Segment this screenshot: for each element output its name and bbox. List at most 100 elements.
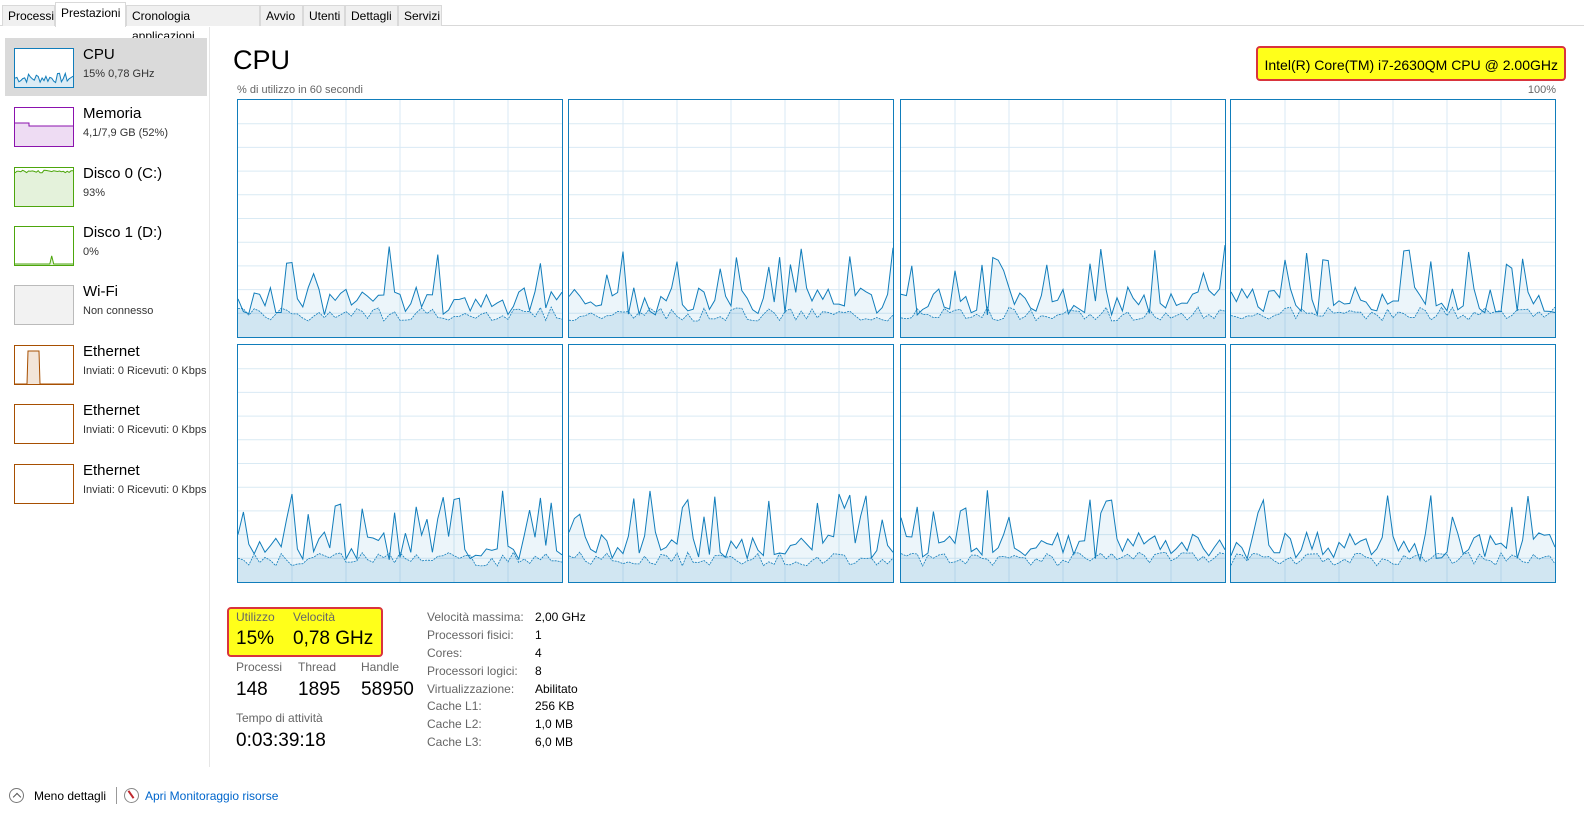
sidebar-item-disco-0[interactable]: Disco 0 (C:) 93% (5, 157, 207, 215)
thumbnail-canvas (15, 122, 73, 146)
spec-value: 1 (535, 628, 542, 642)
sidebar-item-ethernet-2[interactable]: Ethernet Inviati: 0 Ricevuti: 0 Kbps (5, 394, 207, 452)
graph-canvas (901, 345, 1225, 582)
thumbnail-canvas (15, 286, 73, 324)
logical-processor-graph-2 (568, 99, 894, 338)
resource-monitor-icon[interactable] (124, 788, 139, 803)
threads-label: Thread (298, 660, 337, 674)
spec-label: Cache L2: (427, 717, 482, 731)
sidebar-item-subtitle: Inviati: 0 Ricevuti: 0 Kbps (83, 484, 207, 496)
sidebar-item-subtitle: 15% 0,78 GHz (83, 68, 155, 80)
tab-prestazioni[interactable]: Prestazioni (55, 2, 126, 27)
uptime-value: 0:03:39:18 (236, 730, 326, 751)
cpu-thumbnail-graph (14, 48, 74, 88)
less-details-button[interactable]: Meno dettagli (34, 789, 106, 803)
cpu-model-name: Intel(R) Core(TM) i7-2630QM CPU @ 2.00GH… (1256, 46, 1566, 81)
sidebar-item-title: CPU (83, 46, 115, 63)
graph-caption: % di utilizzo in 60 secondi (237, 84, 363, 96)
spec-label: Processori logici: (427, 664, 518, 678)
thumbnail-canvas (15, 255, 73, 265)
logical-processor-graph-7 (900, 344, 1226, 583)
spec-label: Velocità massima: (427, 610, 524, 624)
ethernet-thumbnail-graph (14, 464, 74, 504)
spec-value: Abilitato (535, 682, 578, 696)
sidebar-item-title: Wi-Fi (83, 283, 118, 300)
tab-utenti[interactable]: Utenti (303, 5, 345, 26)
chevron-up-icon[interactable] (9, 788, 24, 803)
graph-canvas (569, 345, 893, 582)
tab-processi[interactable]: Processi (2, 5, 55, 26)
spec-label: Cores: (427, 646, 463, 660)
sidebar-item-subtitle: Non connesso (83, 305, 154, 317)
spec-value: 1,0 MB (535, 717, 574, 731)
thumbnail-area (15, 351, 73, 384)
sidebar-item-title: Ethernet (83, 402, 140, 419)
logical-processor-graph-4 (1230, 99, 1556, 338)
footer-separator (116, 787, 117, 804)
processes-label: Processi (236, 660, 283, 674)
graph-canvas (238, 345, 562, 582)
sidebar-item-wifi[interactable]: Wi-Fi Non connesso (5, 275, 207, 333)
graph-canvas (238, 100, 562, 337)
handles-label: Handle (361, 660, 400, 674)
graph-canvas (1231, 100, 1555, 337)
uptime-label: Tempo di attività (236, 711, 323, 725)
graph-max-label: 100% (1527, 84, 1556, 96)
sidebar-item-ethernet-3[interactable]: Ethernet Inviati: 0 Ricevuti: 0 Kbps (5, 454, 207, 512)
spec-label: Processori fisici: (427, 628, 514, 642)
tab-dettagli[interactable]: Dettagli (345, 5, 398, 26)
sidebar-item-ethernet-1[interactable]: Ethernet Inviati: 0 Ricevuti: 0 Kbps (5, 335, 207, 393)
open-resource-monitor-link[interactable]: Apri Monitoraggio risorse (145, 789, 278, 803)
cpu-detail-panel: CPU Intel(R) Core(TM) i7-2630QM CPU @ 2.… (211, 27, 1584, 767)
page-title: CPU (233, 45, 291, 75)
graph-canvas (1231, 345, 1555, 582)
sidebar-item-subtitle: Inviati: 0 Ricevuti: 0 Kbps (83, 424, 207, 436)
spec-value: 8 (535, 664, 542, 678)
logical-processor-graph-6 (568, 344, 894, 583)
wifi-thumbnail-graph (14, 285, 74, 325)
spec-value: 2,00 GHz (535, 610, 586, 624)
thumbnail-canvas (15, 465, 73, 503)
sidebar-item-subtitle: Inviati: 0 Ricevuti: 0 Kbps (83, 365, 207, 377)
disk0-thumbnail-graph (14, 167, 74, 207)
thumbnail-line (15, 350, 73, 384)
speed-label: Velocità (293, 610, 336, 624)
tab-bar: Processi Prestazioni Cronologia applicaz… (0, 0, 1584, 43)
thumbnail-area (15, 170, 73, 206)
thumbnail-canvas (15, 350, 73, 384)
sidebar-item-memoria[interactable]: Memoria 4,1/7,9 GB (52%) (5, 97, 207, 155)
sidebar-item-title: Memoria (83, 105, 142, 122)
sidebar-item-title: Ethernet (83, 462, 140, 479)
footer-bar: Meno dettagli Apri Monitoraggio risorse (0, 780, 1584, 816)
thumbnail-line (15, 255, 73, 265)
spec-label: Cache L3: (427, 735, 482, 749)
logical-processor-graph-5 (237, 344, 563, 583)
processes-value: 148 (236, 679, 268, 700)
sidebar-item-subtitle: 93% (83, 187, 106, 199)
tab-cronologia-applicazioni[interactable]: Cronologia applicazioni (126, 5, 260, 43)
graph-canvas (901, 100, 1225, 337)
sidebar-item-title: Disco 0 (C:) (83, 165, 163, 182)
spec-label: Virtualizzazione: (427, 682, 515, 696)
sidebar-item-title: Ethernet (83, 343, 140, 360)
tab-servizi[interactable]: Servizi (398, 5, 442, 26)
threads-value: 1895 (298, 679, 341, 700)
sidebar-item-subtitle: 4,1/7,9 GB (52%) (83, 127, 168, 139)
ethernet-thumbnail-graph (14, 404, 74, 444)
utilization-label: Utilizzo (236, 610, 275, 624)
thumbnail-canvas (15, 71, 73, 87)
spec-value: 6,0 MB (535, 735, 574, 749)
spec-value: 256 KB (535, 699, 575, 713)
sidebar-item-cpu[interactable]: CPU 15% 0,78 GHz (5, 38, 207, 96)
speed-value: 0,78 GHz (293, 628, 374, 649)
tab-avvio[interactable]: Avvio (260, 5, 303, 26)
graph-canvas (569, 100, 893, 337)
logical-processor-graph-3 (900, 99, 1226, 338)
ethernet-thumbnail-graph (14, 345, 74, 385)
thumbnail-canvas (15, 405, 73, 443)
sidebar-item-disco-1[interactable]: Disco 1 (D:) 0% (5, 216, 207, 274)
spec-value: 4 (535, 646, 542, 660)
spec-label: Cache L1: (427, 699, 482, 713)
resource-sidebar: CPU 15% 0,78 GHz Memoria 4,1/7,9 GB (52%… (0, 27, 210, 767)
sidebar-item-title: Disco 1 (D:) (83, 224, 163, 241)
